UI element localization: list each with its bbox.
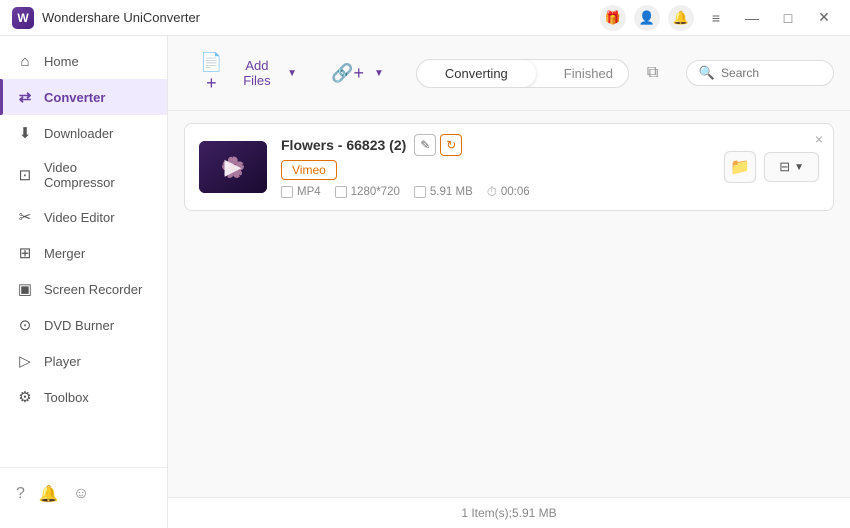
sidebar-label-dvd-burner: DVD Burner bbox=[44, 318, 114, 333]
file-resolution-item: 1280*720 bbox=[335, 186, 400, 198]
sidebar-label-converter: Converter bbox=[44, 90, 105, 105]
maximize-button[interactable]: □ bbox=[774, 7, 802, 29]
sidebar-items: ⌂ Home ⇄ Converter ⬇ Downloader ⊡ Video … bbox=[0, 44, 167, 415]
editor-icon: ✂ bbox=[16, 208, 34, 226]
file-title: Flowers - 66823 (2) bbox=[281, 137, 406, 153]
file-meta: MP4 1280*720 5.91 MB ⏱ 00:06 bbox=[281, 184, 710, 200]
app-title: Wondershare UniConverter bbox=[42, 10, 200, 25]
file-resolution: 1280*720 bbox=[351, 186, 400, 198]
vimeo-badge: Vimeo bbox=[281, 160, 337, 180]
copy-icon[interactable]: ⧉ bbox=[639, 59, 665, 87]
sidebar-item-merger[interactable]: ⊞ Merger bbox=[0, 235, 167, 271]
file-right-actions: 📁 ⊟ ▼ bbox=[724, 151, 819, 183]
file-duration-item: ⏱ 00:06 bbox=[487, 184, 530, 200]
sidebar-item-home[interactable]: ⌂ Home bbox=[0, 44, 167, 79]
sidebar-label-toolbox: Toolbox bbox=[44, 390, 89, 405]
add-url-dropdown-icon: ▼ bbox=[374, 68, 384, 79]
file-title-row: Flowers - 66823 (2) ✎ ↻ bbox=[281, 134, 710, 156]
add-files-icon: 📄+ bbox=[196, 52, 227, 94]
downloader-icon: ⬇ bbox=[16, 124, 34, 142]
sidebar-label-home: Home bbox=[44, 54, 79, 69]
user-icon[interactable]: 👤 bbox=[634, 5, 660, 31]
status-bar: 1 Item(s);5.91 MB bbox=[168, 497, 850, 528]
title-bar: W Wondershare UniConverter 🎁 👤 🔔 ≡ — □ ✕ bbox=[0, 0, 850, 36]
sidebar-label-player: Player bbox=[44, 354, 81, 369]
resolution-checkbox bbox=[335, 186, 347, 198]
player-icon: ▷ bbox=[16, 352, 34, 370]
sidebar-item-converter[interactable]: ⇄ Converter bbox=[0, 79, 167, 115]
file-action-icons: ✎ ↻ bbox=[414, 134, 462, 156]
search-icon: 🔍 bbox=[699, 65, 715, 81]
add-url-button[interactable]: 🔗+ ▼ bbox=[319, 57, 396, 90]
gift-icon[interactable]: 🎁 bbox=[600, 5, 626, 31]
file-card: ▶ Flowers - 66823 (2) ✎ ↻ Vimeo bbox=[184, 123, 834, 211]
convert-icon: ⊟ bbox=[779, 159, 790, 175]
bell-icon[interactable]: 🔔 bbox=[668, 5, 694, 31]
sidebar-item-player[interactable]: ▷ Player bbox=[0, 343, 167, 379]
add-files-dropdown-icon: ▼ bbox=[287, 68, 297, 79]
convert-dropdown-icon: ▼ bbox=[794, 162, 804, 173]
sidebar-item-toolbox[interactable]: ⚙ Toolbox bbox=[0, 379, 167, 415]
notification-icon[interactable]: 🔔 bbox=[39, 484, 59, 504]
format-checkbox bbox=[281, 186, 293, 198]
sidebar-bottom: ? 🔔 ☺ bbox=[0, 467, 167, 520]
add-url-icon: 🔗+ bbox=[331, 63, 364, 84]
file-info: Flowers - 66823 (2) ✎ ↻ Vimeo MP4 bbox=[281, 134, 710, 200]
sidebar-label-video-editor: Video Editor bbox=[44, 210, 115, 225]
sidebar-item-dvd-burner[interactable]: ⊙ DVD Burner bbox=[0, 307, 167, 343]
minimize-button[interactable]: — bbox=[738, 7, 766, 29]
file-close-button[interactable]: × bbox=[815, 132, 823, 146]
file-duration: 00:06 bbox=[501, 186, 530, 198]
sidebar-item-video-editor[interactable]: ✂ Video Editor bbox=[0, 199, 167, 235]
refresh-icon[interactable]: ↻ bbox=[440, 134, 462, 156]
home-icon: ⌂ bbox=[16, 53, 34, 70]
sidebar: ⌂ Home ⇄ Converter ⬇ Downloader ⊡ Video … bbox=[0, 36, 168, 528]
file-size-item: 5.91 MB bbox=[414, 186, 473, 198]
sidebar-label-downloader: Downloader bbox=[44, 126, 113, 141]
sidebar-item-video-compressor[interactable]: ⊡ Video Compressor bbox=[0, 151, 167, 199]
file-format-item: MP4 bbox=[281, 186, 321, 198]
converter-icon: ⇄ bbox=[16, 88, 34, 106]
toolbox-icon: ⚙ bbox=[16, 388, 34, 406]
merger-icon: ⊞ bbox=[16, 244, 34, 262]
open-folder-button[interactable]: 📁 bbox=[724, 151, 756, 183]
search-bar: 🔍 bbox=[686, 60, 834, 86]
close-button[interactable]: ✕ bbox=[810, 7, 838, 29]
convert-options-button[interactable]: ⊟ ▼ bbox=[764, 152, 819, 182]
app-icon: W bbox=[12, 7, 34, 29]
sidebar-label-video-compressor: Video Compressor bbox=[44, 160, 151, 190]
play-icon: ▶ bbox=[225, 154, 242, 180]
content-area: 📄+ Add Files ▼ 🔗+ ▼ Converting Finished … bbox=[168, 36, 850, 528]
sidebar-item-screen-recorder[interactable]: ▣ Screen Recorder bbox=[0, 271, 167, 307]
sidebar-item-downloader[interactable]: ⬇ Downloader bbox=[0, 115, 167, 151]
help-icon[interactable]: ? bbox=[16, 485, 25, 503]
file-size: 5.91 MB bbox=[430, 186, 473, 198]
clock-icon: ⏱ bbox=[487, 184, 497, 200]
edit-icon[interactable]: ✎ bbox=[414, 134, 436, 156]
toolbar: 📄+ Add Files ▼ 🔗+ ▼ Converting Finished … bbox=[168, 36, 850, 111]
recorder-icon: ▣ bbox=[16, 280, 34, 298]
title-bar-left: W Wondershare UniConverter bbox=[12, 7, 200, 29]
sidebar-bottom-icons: ? 🔔 ☺ bbox=[0, 476, 167, 512]
add-files-label: Add Files bbox=[232, 58, 282, 88]
tab-switcher: Converting Finished bbox=[416, 59, 629, 88]
search-input[interactable] bbox=[721, 66, 821, 80]
tab-converting[interactable]: Converting bbox=[417, 60, 536, 87]
file-format: MP4 bbox=[297, 186, 321, 198]
status-text: 1 Item(s);5.91 MB bbox=[461, 506, 556, 520]
title-bar-right: 🎁 👤 🔔 ≡ — □ ✕ bbox=[600, 5, 838, 31]
menu-icon[interactable]: ≡ bbox=[702, 7, 730, 29]
sidebar-label-screen-recorder: Screen Recorder bbox=[44, 282, 142, 297]
file-area: ▶ Flowers - 66823 (2) ✎ ↻ Vimeo bbox=[168, 111, 850, 497]
file-thumbnail: ▶ bbox=[199, 141, 267, 193]
compressor-icon: ⊡ bbox=[16, 166, 34, 184]
tab-finished[interactable]: Finished bbox=[536, 60, 630, 87]
dvd-icon: ⊙ bbox=[16, 316, 34, 334]
add-files-button[interactable]: 📄+ Add Files ▼ bbox=[184, 46, 309, 100]
feedback-icon[interactable]: ☺ bbox=[73, 485, 89, 503]
sidebar-label-merger: Merger bbox=[44, 246, 85, 261]
main-layout: ⌂ Home ⇄ Converter ⬇ Downloader ⊡ Video … bbox=[0, 36, 850, 528]
size-checkbox bbox=[414, 186, 426, 198]
